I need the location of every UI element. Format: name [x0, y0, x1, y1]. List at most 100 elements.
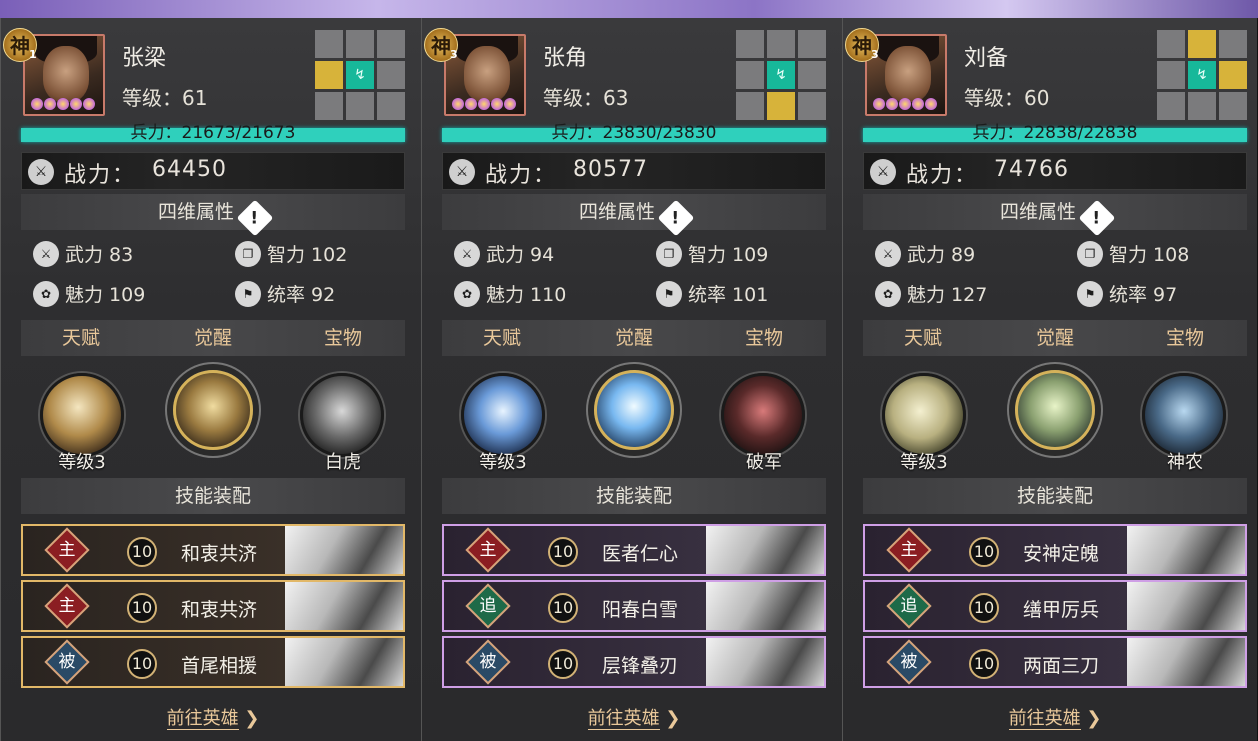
troop-text: 兵力：21673/21673	[130, 123, 296, 143]
treasure-orb[interactable]	[300, 373, 384, 457]
force-icon: ⚔	[875, 240, 901, 267]
awaken-orb[interactable]	[594, 370, 674, 450]
power-value: 80577	[573, 157, 648, 182]
skill-name: 阳春白雪	[602, 599, 679, 621]
flag-icon: ⚑	[235, 280, 261, 307]
power-value: 74766	[994, 157, 1069, 182]
skill-level-badge: 10	[548, 649, 578, 679]
warning-icon[interactable]: !	[1078, 199, 1116, 237]
skill-row[interactable]: 被 10 首尾相援	[21, 636, 405, 688]
troop-bar: 兵力：23830/23830	[442, 123, 826, 143]
formation-cell-hero: ↯	[767, 61, 795, 89]
tab-treasure[interactable]: 宝物	[1135, 320, 1235, 356]
formation-cell	[377, 61, 405, 89]
formation-cell	[1219, 92, 1247, 120]
formation-cell	[736, 92, 764, 120]
tab-talent[interactable]: 天赋	[452, 320, 552, 356]
stat-intellect: ❐ 智力 102	[235, 240, 347, 267]
skill-type-icon: 主	[886, 527, 932, 573]
formation-cell	[377, 92, 405, 120]
skill-row[interactable]: 追 10 阳春白雪	[442, 580, 826, 632]
skill-type-icon: 被	[465, 639, 511, 685]
skill-row[interactable]: 被 10 两面三刀	[863, 636, 1247, 688]
awaken-orb[interactable]	[173, 370, 253, 450]
goto-hero-link[interactable]: 前往英雄 ❯	[21, 704, 405, 730]
treasure-caption: 神农	[1167, 452, 1203, 473]
skill-type-icon: 主	[44, 527, 90, 573]
stat-charm: ✿ 魅力 127	[875, 280, 987, 307]
combat-power-row: ⚔ 战力： 74766	[863, 152, 1247, 190]
treasure-caption: 白虎	[325, 452, 361, 473]
skill-row[interactable]: 追 10 缮甲厉兵	[863, 580, 1247, 632]
skill-row[interactable]: 主 10 和衷共济	[21, 524, 405, 576]
skill-row[interactable]: 主 10 医者仁心	[442, 524, 826, 576]
skill-level-badge: 10	[127, 537, 157, 567]
formation-cell	[377, 30, 405, 58]
skill-name: 和衷共济	[181, 599, 258, 621]
formation-cell	[798, 30, 826, 58]
skill-artwork	[706, 638, 824, 686]
treasure-orb[interactable]	[721, 373, 805, 457]
hero-name: 张角	[543, 46, 588, 71]
chevron-right-icon: ❯	[659, 708, 681, 729]
skill-row[interactable]: 被 10 层锋叠刃	[442, 636, 826, 688]
awaken-orb[interactable]	[1015, 370, 1095, 450]
talent-orb[interactable]	[40, 373, 124, 457]
star-icon	[925, 98, 937, 110]
talent-orb[interactable]	[882, 373, 966, 457]
skill-type-label: 主	[58, 596, 76, 616]
formation-cell	[1219, 61, 1247, 89]
formation-cell	[1157, 61, 1185, 89]
hero-panel-3: 神 3 刘备 等级：60 ↯ 兵力：22838/22838 ⚔ 战力： 7476…	[842, 18, 1258, 741]
book-icon: ❐	[656, 240, 682, 267]
troop-text: 兵力：22838/22838	[972, 123, 1138, 143]
skill-type-icon: 被	[886, 639, 932, 685]
book-icon: ❐	[1077, 240, 1103, 267]
star-rating	[452, 98, 516, 110]
skill-row[interactable]: 主 10 安神定魄	[863, 524, 1247, 576]
goto-hero-link[interactable]: 前往英雄 ❯	[442, 704, 826, 730]
sword-icon: ⚔	[449, 159, 475, 185]
skill-name: 层锋叠刃	[602, 655, 679, 677]
skill-row[interactable]: 主 10 和衷共济	[21, 580, 405, 632]
tab-talent[interactable]: 天赋	[31, 320, 131, 356]
treasure-orb[interactable]	[1142, 373, 1226, 457]
attributes-header: 四维属性!	[442, 194, 826, 237]
tab-treasure[interactable]: 宝物	[293, 320, 393, 356]
formation-cell	[346, 92, 374, 120]
star-icon	[452, 98, 464, 110]
skills-title: 技能装配	[174, 485, 251, 507]
hero-name: 张梁	[122, 46, 167, 71]
stat-force: ⚔ 武力 89	[875, 240, 975, 267]
skill-level-badge: 10	[548, 537, 578, 567]
skill-type-icon: 追	[465, 583, 511, 629]
skill-level-badge: 10	[969, 649, 999, 679]
skill-type-icon: 被	[44, 639, 90, 685]
skill-name: 安神定魄	[1023, 543, 1100, 565]
star-icon	[70, 98, 82, 110]
formation-grid: ↯	[736, 30, 826, 120]
star-icon	[899, 98, 911, 110]
skill-artwork	[285, 526, 403, 574]
warning-icon[interactable]: !	[236, 199, 274, 237]
skill-type-label: 主	[479, 540, 497, 560]
skill-level-badge: 10	[969, 537, 999, 567]
troop-bar: 兵力：21673/21673	[21, 123, 405, 143]
formation-cell	[767, 92, 795, 120]
formation-cell	[1188, 92, 1216, 120]
warning-icon[interactable]: !	[657, 199, 695, 237]
hero-panel-1: 神 1 张梁 等级：61 ↯ 兵力：21673/21673 ⚔ 战力： 6445…	[0, 18, 422, 741]
goto-hero-link[interactable]: 前往英雄 ❯	[863, 704, 1247, 730]
tab-treasure[interactable]: 宝物	[714, 320, 814, 356]
tab-talent[interactable]: 天赋	[873, 320, 973, 356]
tab-awaken[interactable]: 觉醒	[584, 320, 684, 356]
tab-awaken[interactable]: 觉醒	[1005, 320, 1105, 356]
chevron-right-icon: ❯	[1080, 708, 1102, 729]
skill-name: 医者仁心	[602, 543, 679, 565]
shen-rank: 1	[29, 48, 37, 61]
formation-cell	[346, 30, 374, 58]
tab-awaken[interactable]: 觉醒	[163, 320, 263, 356]
star-icon	[57, 98, 69, 110]
talent-orb[interactable]	[461, 373, 545, 457]
formation-grid: ↯	[315, 30, 405, 120]
